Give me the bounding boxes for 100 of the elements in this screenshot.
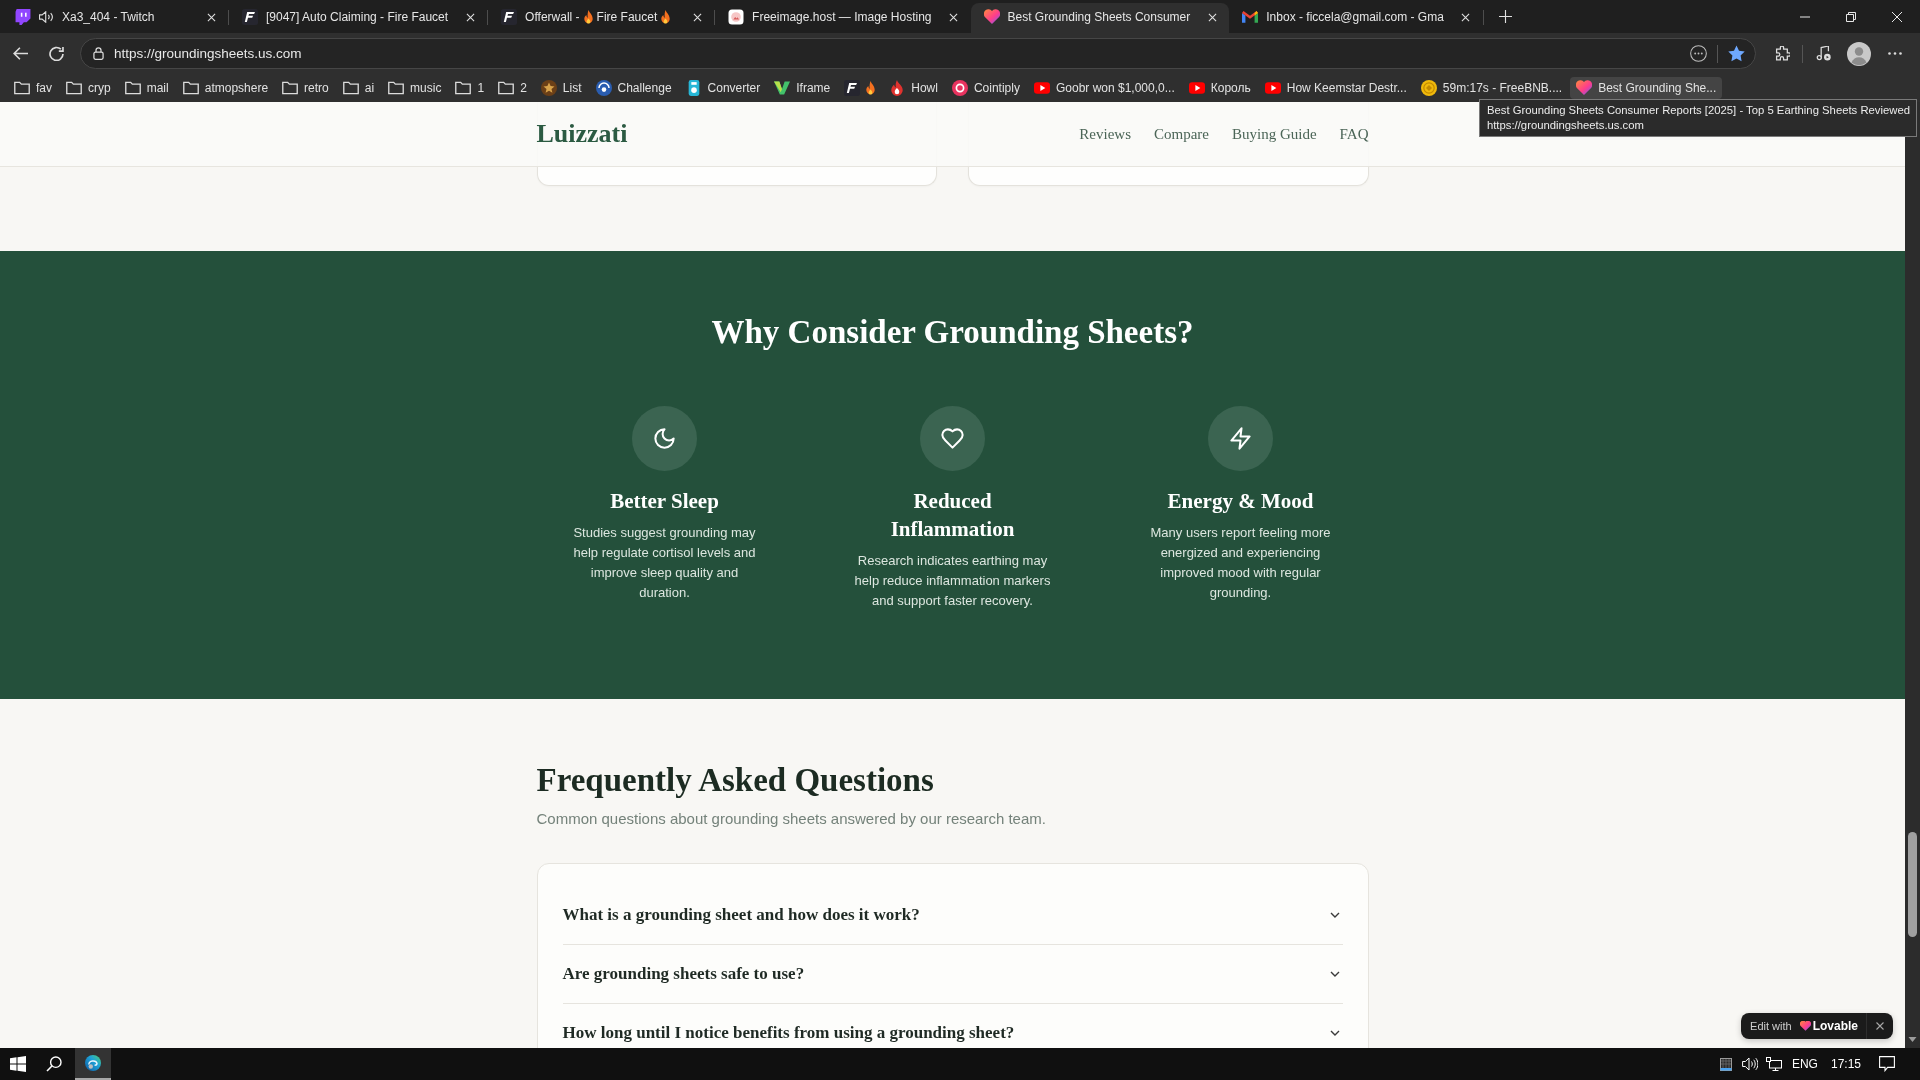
bookmark-folder[interactable]: 2 [492, 77, 533, 99]
close-icon [692, 12, 702, 22]
lock-icon[interactable] [93, 47, 104, 60]
flame-icon [583, 9, 593, 25]
photo-logo-icon [728, 9, 745, 25]
flame-icon [661, 9, 671, 25]
folder-icon [498, 80, 515, 96]
globe-icon [595, 80, 612, 96]
language-indicator[interactable]: ENG [1791, 1057, 1818, 1071]
bookmark[interactable]: Challenge [589, 77, 678, 99]
address-field[interactable]: https://groundingsheets.us.com [80, 38, 1756, 69]
play-icon [1264, 80, 1281, 96]
faq-question[interactable]: Are grounding sheets safe to use? [562, 945, 1343, 1004]
heart-logo-icon [1799, 1021, 1811, 1031]
clock-text[interactable]: 17:15 [1830, 1057, 1861, 1071]
avatar-icon [1847, 41, 1871, 66]
taskbar-app[interactable] [75, 1048, 111, 1080]
tooltip-title: Best Grounding Sheets Consumer Reports [2025] - Top 5 Earthing Sheets Reviewed [1486, 103, 1910, 118]
bookmark[interactable]: Best Grounding She... [1570, 77, 1723, 99]
flame-icon [866, 80, 876, 96]
site-logo[interactable]: Luizzati [536, 118, 628, 150]
close-icon [1876, 1022, 1884, 1030]
bookmark[interactable]: List [534, 77, 588, 99]
folder-icon [388, 80, 405, 96]
reload-icon [48, 46, 64, 61]
folder-icon [455, 80, 472, 96]
nav-link[interactable]: Reviews [1079, 124, 1131, 144]
bookmark-folder[interactable]: ai [336, 77, 381, 99]
bookmark-folder[interactable]: 1 [449, 77, 491, 99]
feature-title: Better Sleep [610, 488, 719, 515]
windows-icon [10, 1056, 26, 1072]
feature-text: Studies suggest grounding may help regulate cortisol levels and improve sleep quality and duration. [572, 524, 757, 602]
close-icon [1892, 11, 1902, 22]
browser-tab[interactable]: Offerwall - Fire Faucet [488, 3, 715, 33]
more-options-icon[interactable] [1690, 45, 1707, 62]
bookmark[interactable]: Король [1182, 77, 1257, 99]
feature-title: Energy & Mood [1167, 488, 1314, 515]
v-logo-icon [774, 80, 791, 96]
star-badge-icon [540, 80, 557, 96]
f-logo-icon [501, 9, 518, 25]
bookmark-folder[interactable]: music [382, 77, 448, 99]
bookmark[interactable]: Goobr won $1,000,0... [1027, 77, 1181, 99]
bookmark-folder[interactable]: mail [118, 77, 175, 99]
bookmark[interactable]: Cointiply [945, 77, 1026, 99]
chat-logo-icon [15, 9, 31, 25]
close-icon [206, 12, 216, 22]
search-icon [46, 1056, 62, 1072]
close-icon [465, 12, 475, 22]
play-icon [1033, 80, 1050, 96]
play-icon [1188, 80, 1205, 96]
folder-icon [66, 80, 82, 96]
nav-link[interactable]: FAQ [1339, 124, 1369, 144]
back-icon [12, 46, 28, 61]
lightning-icon [1208, 406, 1273, 471]
folder-icon [124, 80, 141, 96]
browser-tab[interactable]: Best Grounding Sheets Consumer [970, 3, 1230, 33]
notification-icon[interactable] [1879, 1056, 1895, 1072]
bookmark[interactable]: Howl [883, 77, 944, 99]
moon-icon [632, 406, 697, 471]
close-icon [949, 12, 958, 22]
bookmark[interactable]: How Keemstar Destr... [1258, 77, 1413, 99]
star-icon[interactable] [1728, 45, 1745, 62]
browser-tab[interactable]: Xa3_404 - Twitch [2, 3, 228, 33]
folder-icon [182, 80, 199, 96]
browser-tab[interactable]: [9047] Auto Claiming - Fire Faucet [229, 3, 488, 33]
meter-icon[interactable] [1719, 1057, 1732, 1071]
close-icon [1207, 12, 1217, 22]
browser-tab[interactable]: Freeimage.host — Image Hosting [715, 3, 971, 33]
folder-icon [14, 80, 30, 96]
bookmark-folder[interactable]: retro [276, 77, 335, 99]
network-icon[interactable] [1765, 1057, 1782, 1071]
nav-link[interactable]: Buying Guide [1232, 124, 1317, 144]
puzzle-icon [1774, 46, 1790, 61]
faq-title: Frequently Asked Questions [536, 761, 935, 800]
bookmark-folder[interactable]: atmopshere [176, 77, 275, 99]
folder-icon [282, 80, 299, 96]
scrollbar-thumb[interactable] [1908, 832, 1917, 937]
plus-icon [1499, 10, 1513, 23]
edit-with-link[interactable]: Edit with Lovable [1750, 1019, 1866, 1033]
nav-link[interactable]: Compare [1154, 124, 1209, 144]
bookmark[interactable]: 59m:17s - FreeBNB.... [1414, 77, 1569, 99]
heart-logo-icon [1576, 80, 1593, 96]
faq-subtitle: Common questions about grounding sheets answered by our research team. [536, 809, 1047, 829]
f-logo-icon [844, 80, 861, 96]
bookmark-folder[interactable]: cryp [60, 77, 117, 99]
bookmark[interactable]: Converter [679, 77, 767, 99]
bookmark[interactable]: Iframe [768, 77, 837, 99]
bookmark-folder[interactable]: fav [8, 77, 58, 99]
browser-tab[interactable]: Inbox - ficcela@gmail.com - Gma [1229, 3, 1483, 33]
speaker-icon[interactable] [39, 11, 54, 23]
browser-icon [85, 1055, 101, 1071]
volume-icon[interactable] [1741, 1057, 1758, 1071]
tooltip-url: https://groundingsheets.us.com [1486, 118, 1645, 133]
faq-question[interactable]: What is a grounding sheet and how does it work? [562, 886, 1343, 945]
torch-icon [889, 80, 906, 96]
section-title: Why Consider Grounding Sheets? [710, 313, 1195, 352]
f-logo-icon [242, 9, 258, 25]
heart-logo-icon [983, 9, 1000, 25]
coin-icon [1420, 80, 1437, 96]
scroll-down-icon[interactable] [1908, 1037, 1917, 1042]
